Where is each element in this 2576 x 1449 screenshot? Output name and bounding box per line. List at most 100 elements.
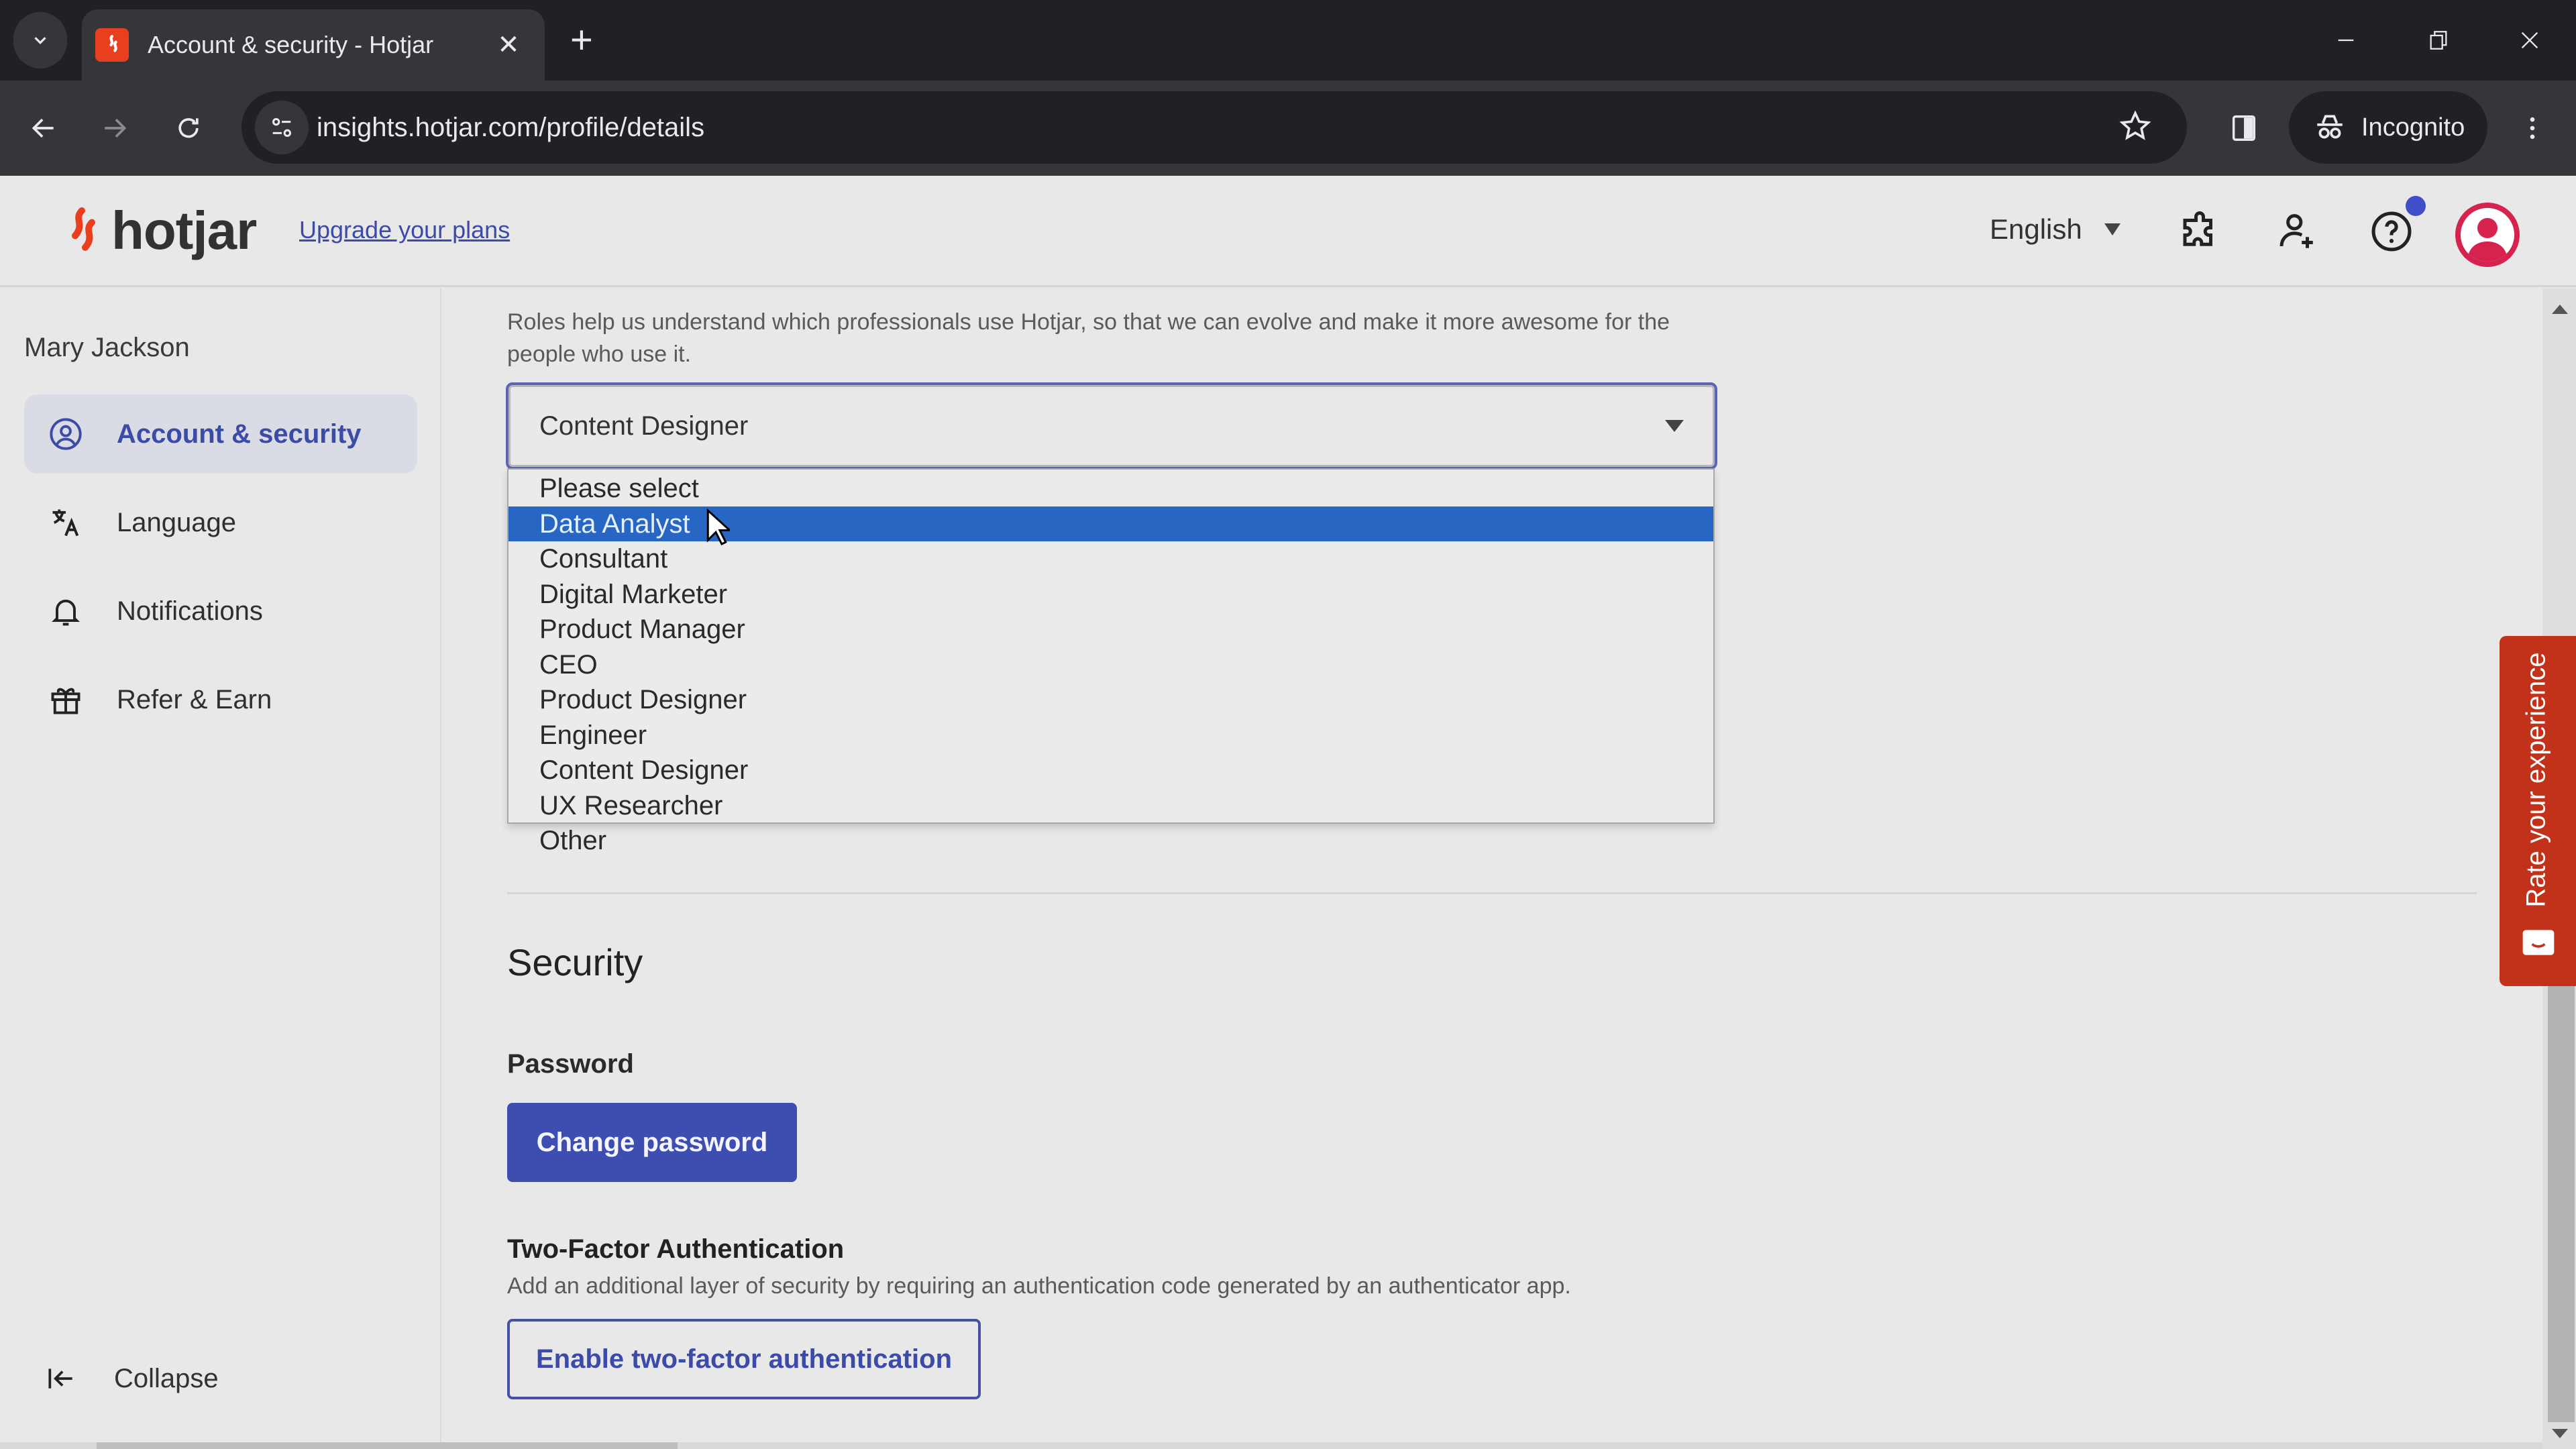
- hotjar-logo[interactable]: hotjar: [62, 200, 257, 262]
- arrow-left-icon: [32, 118, 54, 138]
- bell-icon: [52, 599, 80, 626]
- user-silhouette-icon: [2467, 218, 2508, 262]
- integrations-button[interactable]: [2171, 203, 2229, 260]
- upgrade-plans-link[interactable]: Upgrade your plans: [299, 216, 510, 244]
- bookmark-star-icon[interactable]: [2117, 109, 2153, 145]
- horizontal-scrollbar-thumb[interactable]: [97, 1442, 678, 1449]
- close-icon: [2521, 32, 2538, 49]
- password-label: Password: [507, 1049, 634, 1079]
- sidebar-item-label: Language: [117, 507, 236, 537]
- role-option[interactable]: Engineer: [508, 718, 1713, 753]
- sidebar-item-account-security[interactable]: Account & security: [24, 394, 417, 474]
- user-avatar[interactable]: [2455, 203, 2520, 267]
- incognito-indicator[interactable]: Incognito: [2289, 91, 2487, 164]
- sidebar-item-label: Notifications: [117, 596, 263, 626]
- new-tab-button[interactable]: +: [570, 20, 593, 60]
- arrow-right-icon: [105, 118, 127, 138]
- browser-tab-active[interactable]: Account & security - Hotjar ✕: [82, 9, 545, 80]
- minimize-button[interactable]: [2316, 13, 2376, 67]
- user-name: Mary Jackson: [24, 333, 190, 362]
- add-user-icon: [2279, 214, 2313, 248]
- role-section-title: Your Role: [507, 288, 632, 294]
- browser-toolbar: insights.hotjar.com/profile/details Inco…: [0, 80, 2576, 176]
- scroll-down-arrow-icon[interactable]: [2552, 1429, 2568, 1438]
- horizontal-scrollbar[interactable]: [0, 1442, 2542, 1449]
- side-panel-button[interactable]: [2220, 105, 2267, 152]
- role-option[interactable]: CEO: [508, 647, 1713, 683]
- two-factor-description: Add an additional layer of security by r…: [507, 1273, 1571, 1299]
- role-option[interactable]: Consultant: [508, 541, 1713, 577]
- role-select-value: Content Designer: [539, 411, 749, 441]
- hotjar-flame-icon: [72, 207, 95, 251]
- mouse-cursor-icon: [706, 508, 730, 546]
- more-vertical-icon: [2530, 117, 2535, 140]
- enable-two-factor-button[interactable]: Enable two-factor authentication: [507, 1319, 981, 1399]
- change-password-button[interactable]: Change password: [507, 1103, 797, 1182]
- role-option[interactable]: Digital Marketer: [508, 577, 1713, 612]
- close-window-button[interactable]: [2500, 13, 2560, 67]
- address-bar[interactable]: insights.hotjar.com/profile/details: [241, 91, 2187, 164]
- tab-title: Account & security - Hotjar: [148, 31, 434, 58]
- role-select[interactable]: Content Designer: [506, 382, 1717, 470]
- hotjar-favicon-icon: [95, 28, 129, 62]
- tab-search-button[interactable]: [13, 12, 67, 68]
- role-description: Roles help us understand which professio…: [507, 309, 1670, 367]
- sidebar-item-notifications[interactable]: Notifications: [24, 572, 417, 651]
- role-option[interactable]: Product Designer: [508, 682, 1713, 718]
- scroll-up-arrow-icon[interactable]: [2552, 305, 2568, 314]
- translate-icon: [52, 509, 79, 537]
- two-factor-title: Two-Factor Authentication: [507, 1234, 845, 1264]
- logo-text: hotjar: [111, 201, 257, 260]
- sidebar-item-label: Account & security: [117, 419, 362, 449]
- settings-sidebar: Mary Jackson Account & security Language…: [0, 288, 441, 1449]
- tune-icon: [272, 118, 291, 137]
- app-header: hotjar Upgrade your plans English: [0, 176, 2576, 287]
- role-option[interactable]: Content Designer: [508, 753, 1713, 788]
- scrollbar-thumb[interactable]: [2548, 986, 2575, 1422]
- incognito-label: Incognito: [2361, 113, 2465, 142]
- site-info-button[interactable]: [255, 101, 309, 154]
- invite-user-button[interactable]: [2267, 203, 2325, 260]
- forward-button[interactable]: [91, 105, 138, 152]
- collapse-left-icon: [48, 1368, 72, 1389]
- user-circle-icon: [50, 418, 82, 450]
- caret-down-icon: [1665, 420, 1684, 432]
- collapse-sidebar-button[interactable]: Collapse: [44, 1362, 219, 1395]
- role-option[interactable]: Please select: [508, 471, 1713, 506]
- sidebar-item-label: Refer & Earn: [117, 684, 272, 714]
- role-option-highlighted[interactable]: Data Analyst: [508, 506, 1713, 541]
- rate-experience-tab[interactable]: Rate your experience: [2500, 636, 2576, 986]
- reload-icon: [178, 118, 199, 138]
- main-content: Your Role Roles help us understand which…: [443, 288, 2542, 1449]
- tab-close-icon[interactable]: ✕: [488, 30, 529, 60]
- gift-icon: [51, 688, 80, 714]
- notification-dot: [2406, 196, 2426, 216]
- language-select[interactable]: English: [1990, 213, 2123, 246]
- url-text[interactable]: insights.hotjar.com/profile/details: [317, 91, 704, 164]
- reload-button[interactable]: [165, 105, 212, 152]
- role-option[interactable]: Other: [508, 823, 1713, 859]
- rate-experience-label-wrap: Rate your experience: [2506, 652, 2567, 907]
- rate-experience-label: Rate your experience: [2521, 651, 2551, 908]
- chevron-down-icon: [34, 37, 46, 44]
- browser-tab-bar: Account & security - Hotjar ✕ +: [0, 0, 2576, 80]
- help-circle-icon: [2371, 211, 2412, 252]
- caret-down-icon: [2104, 223, 2121, 235]
- sidebar-item-refer-earn[interactable]: Refer & Earn: [24, 660, 417, 739]
- browser-menu-button[interactable]: [2509, 105, 2556, 152]
- side-panel-icon: [2232, 115, 2256, 141]
- puzzle-icon: [2183, 211, 2212, 246]
- smiley-chat-icon: [2522, 930, 2555, 955]
- collapse-label: Collapse: [114, 1363, 219, 1393]
- role-option[interactable]: Product Manager: [508, 612, 1713, 647]
- role-dropdown-list[interactable]: Please select Data Analyst Consultant Di…: [507, 468, 1715, 855]
- language-value: English: [1990, 213, 2082, 245]
- restore-icon: [2430, 31, 2447, 50]
- section-divider: [507, 892, 2477, 894]
- back-button[interactable]: [20, 105, 67, 152]
- restore-button[interactable]: [2408, 13, 2469, 67]
- minimize-icon: [2338, 39, 2354, 42]
- incognito-icon: [2317, 115, 2343, 139]
- role-option[interactable]: UX Researcher: [508, 788, 1713, 824]
- sidebar-item-language[interactable]: Language: [24, 483, 417, 562]
